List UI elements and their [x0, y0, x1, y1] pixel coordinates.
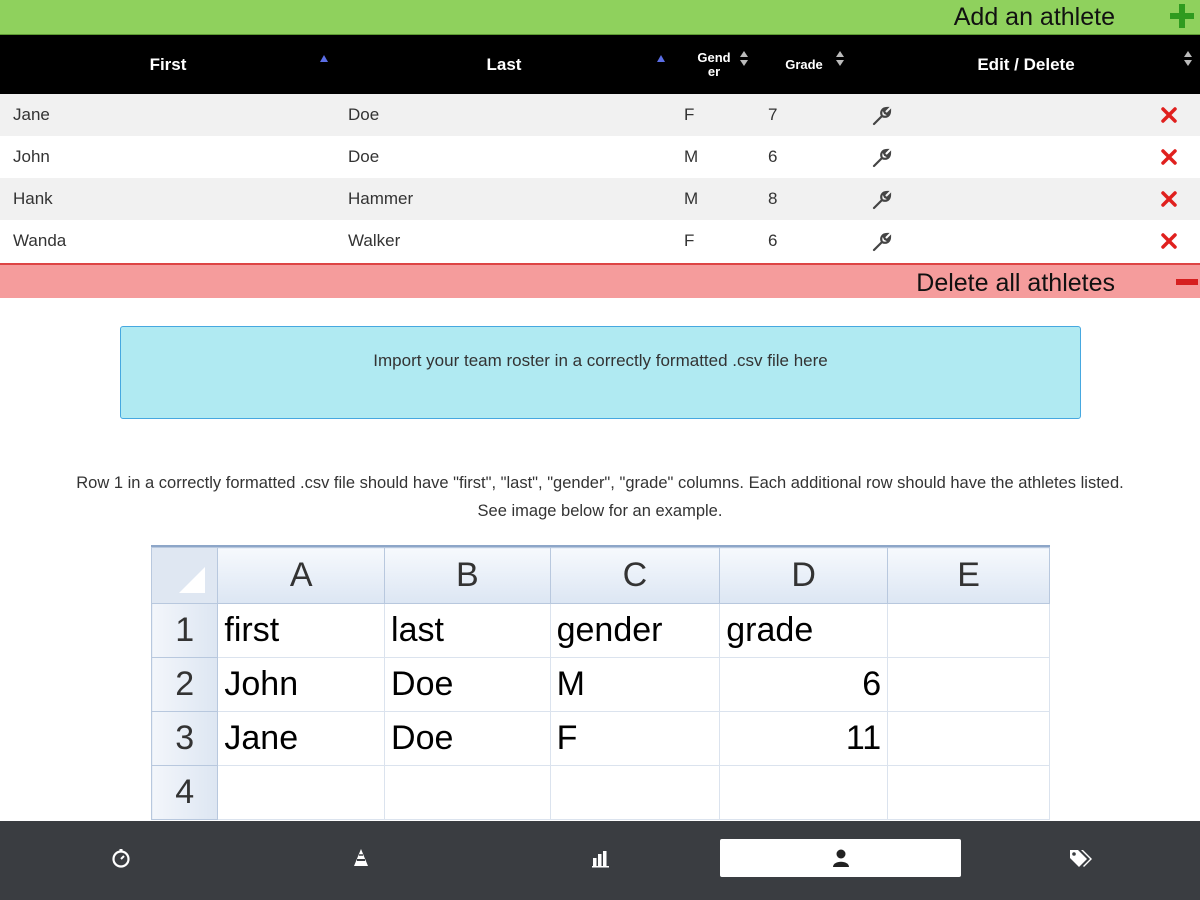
sheet-cell: [719, 765, 889, 820]
delete-icon[interactable]: [1160, 148, 1178, 166]
sheet-cell: Jane: [217, 711, 386, 766]
sheet-cell: grade: [719, 603, 889, 658]
delete-all-athletes-label[interactable]: Delete all athletes: [916, 269, 1115, 298]
cell-last: Hammer: [348, 189, 414, 208]
delete-icon[interactable]: [1160, 232, 1178, 250]
wrench-icon[interactable]: [872, 148, 892, 168]
sheet-cell: [887, 657, 1050, 712]
cell-gender: F: [684, 231, 695, 250]
table-row: Wanda Walker F 6: [0, 220, 1200, 262]
sort-ascending-icon[interactable]: [320, 55, 328, 62]
cell-grade: 8: [768, 189, 778, 208]
sheet-row-header: 3: [151, 711, 219, 766]
cell-first: Hank: [13, 189, 53, 208]
nav-item-tags[interactable]: [960, 839, 1200, 877]
minus-icon[interactable]: [1176, 279, 1198, 285]
column-header-gender[interactable]: Gend er: [688, 35, 740, 94]
nav-item-cones[interactable]: [240, 839, 481, 877]
column-header-gender-label-2: er: [707, 63, 721, 79]
sheet-cell: [384, 765, 551, 820]
sheet-cell: last: [384, 603, 551, 658]
plus-icon[interactable]: [1170, 4, 1194, 28]
user-icon: [832, 849, 849, 867]
sheet-cell: 6: [719, 657, 889, 712]
column-header-last-label: Last: [486, 54, 522, 74]
cell-gender: M: [684, 189, 699, 208]
sort-toggle-icon[interactable]: [1184, 51, 1192, 67]
table-row: Hank Hammer M 8: [0, 178, 1200, 220]
sheet-cell: Doe: [384, 711, 551, 766]
sheet-cell: F: [549, 711, 721, 766]
cones-icon: [353, 849, 368, 866]
sheet-cell: first: [217, 603, 386, 658]
nav-item-stopwatch[interactable]: [0, 839, 241, 877]
column-header-first-label: First: [149, 54, 187, 74]
cell-last: Doe: [348, 147, 380, 166]
column-header-first[interactable]: First: [0, 35, 336, 94]
wrench-icon[interactable]: [872, 190, 892, 210]
add-athlete-label[interactable]: Add an athlete: [954, 3, 1115, 32]
sheet-cell: [887, 603, 1050, 658]
cell-grade: 6: [768, 147, 778, 166]
add-athlete-bar[interactable]: Add an athlete: [0, 0, 1200, 35]
column-header-gender-label-1: Gend: [697, 49, 731, 65]
cell-grade: 7: [768, 105, 778, 124]
sheet-cell: [549, 765, 721, 820]
import-csv-label: Import your team roster in a correctly f…: [373, 351, 828, 370]
table-row: Jane Doe F 7: [0, 94, 1200, 136]
sheet-cell: M: [549, 657, 721, 712]
sheet-row-header: 2: [151, 657, 219, 712]
delete-all-athletes-bar[interactable]: Delete all athletes: [0, 263, 1200, 298]
cell-first: Wanda: [13, 231, 67, 250]
sheet-cell: gender: [549, 603, 721, 658]
column-header-last[interactable]: Last: [336, 35, 672, 94]
nav-item-stats[interactable]: [480, 839, 721, 877]
column-header-grade-label: Grade: [785, 56, 823, 72]
sheet-cell: Doe: [384, 657, 551, 712]
bottom-nav: [0, 821, 1200, 900]
column-header-grade[interactable]: Grade: [774, 35, 834, 94]
nav-item-athletes[interactable]: [720, 839, 961, 877]
cell-gender: F: [684, 105, 695, 124]
sheet-cell: [887, 765, 1050, 820]
sheet-cell: [217, 765, 386, 820]
column-header-actions-label: Edit / Delete: [977, 54, 1075, 74]
cell-gender: M: [684, 147, 699, 166]
wrench-icon[interactable]: [872, 232, 892, 252]
delete-icon[interactable]: [1160, 190, 1178, 208]
sheet-cell: John: [217, 657, 386, 712]
wrench-icon[interactable]: [872, 106, 892, 126]
sheet-column-header: D: [719, 547, 889, 604]
cell-last: Doe: [348, 105, 380, 124]
csv-instructions: Row 1 in a correctly formatted .csv file…: [76, 474, 1124, 520]
sort-toggle-icon[interactable]: [836, 51, 844, 67]
stopwatch-icon: [111, 849, 130, 868]
sheet-cell: [887, 711, 1050, 766]
cell-first: Jane: [13, 105, 50, 124]
tags-icon: [1069, 850, 1092, 867]
sheet-column-header: A: [217, 547, 386, 604]
sheet-corner: [151, 547, 219, 604]
cell-last: Walker: [348, 231, 401, 250]
example-spreadsheet-image: A B C D E 1 first last gender grade 2 Jo…: [151, 545, 1050, 821]
bar-chart-icon: [591, 851, 609, 868]
athlete-table-body: Jane Doe F 7 John Doe M 6 Hank Hammer M …: [0, 94, 1200, 262]
column-header-actions: Edit / Delete: [853, 35, 1199, 94]
sheet-column-header: B: [384, 547, 551, 604]
table-header: First Last Gend er Grade Edit / Delete: [0, 35, 1200, 94]
sheet-row-header: 1: [151, 603, 219, 658]
cell-grade: 6: [768, 231, 778, 250]
sheet-column-header: E: [887, 547, 1050, 604]
import-csv-dropzone[interactable]: Import your team roster in a correctly f…: [120, 326, 1081, 419]
cell-first: John: [13, 147, 50, 166]
delete-icon[interactable]: [1160, 106, 1178, 124]
sort-toggle-icon[interactable]: [740, 51, 748, 67]
sheet-column-header: C: [549, 547, 721, 604]
sort-ascending-icon[interactable]: [657, 55, 665, 62]
table-row: John Doe M 6: [0, 136, 1200, 178]
sheet-cell: 11: [719, 711, 889, 766]
sheet-row-header: 4: [151, 765, 219, 820]
